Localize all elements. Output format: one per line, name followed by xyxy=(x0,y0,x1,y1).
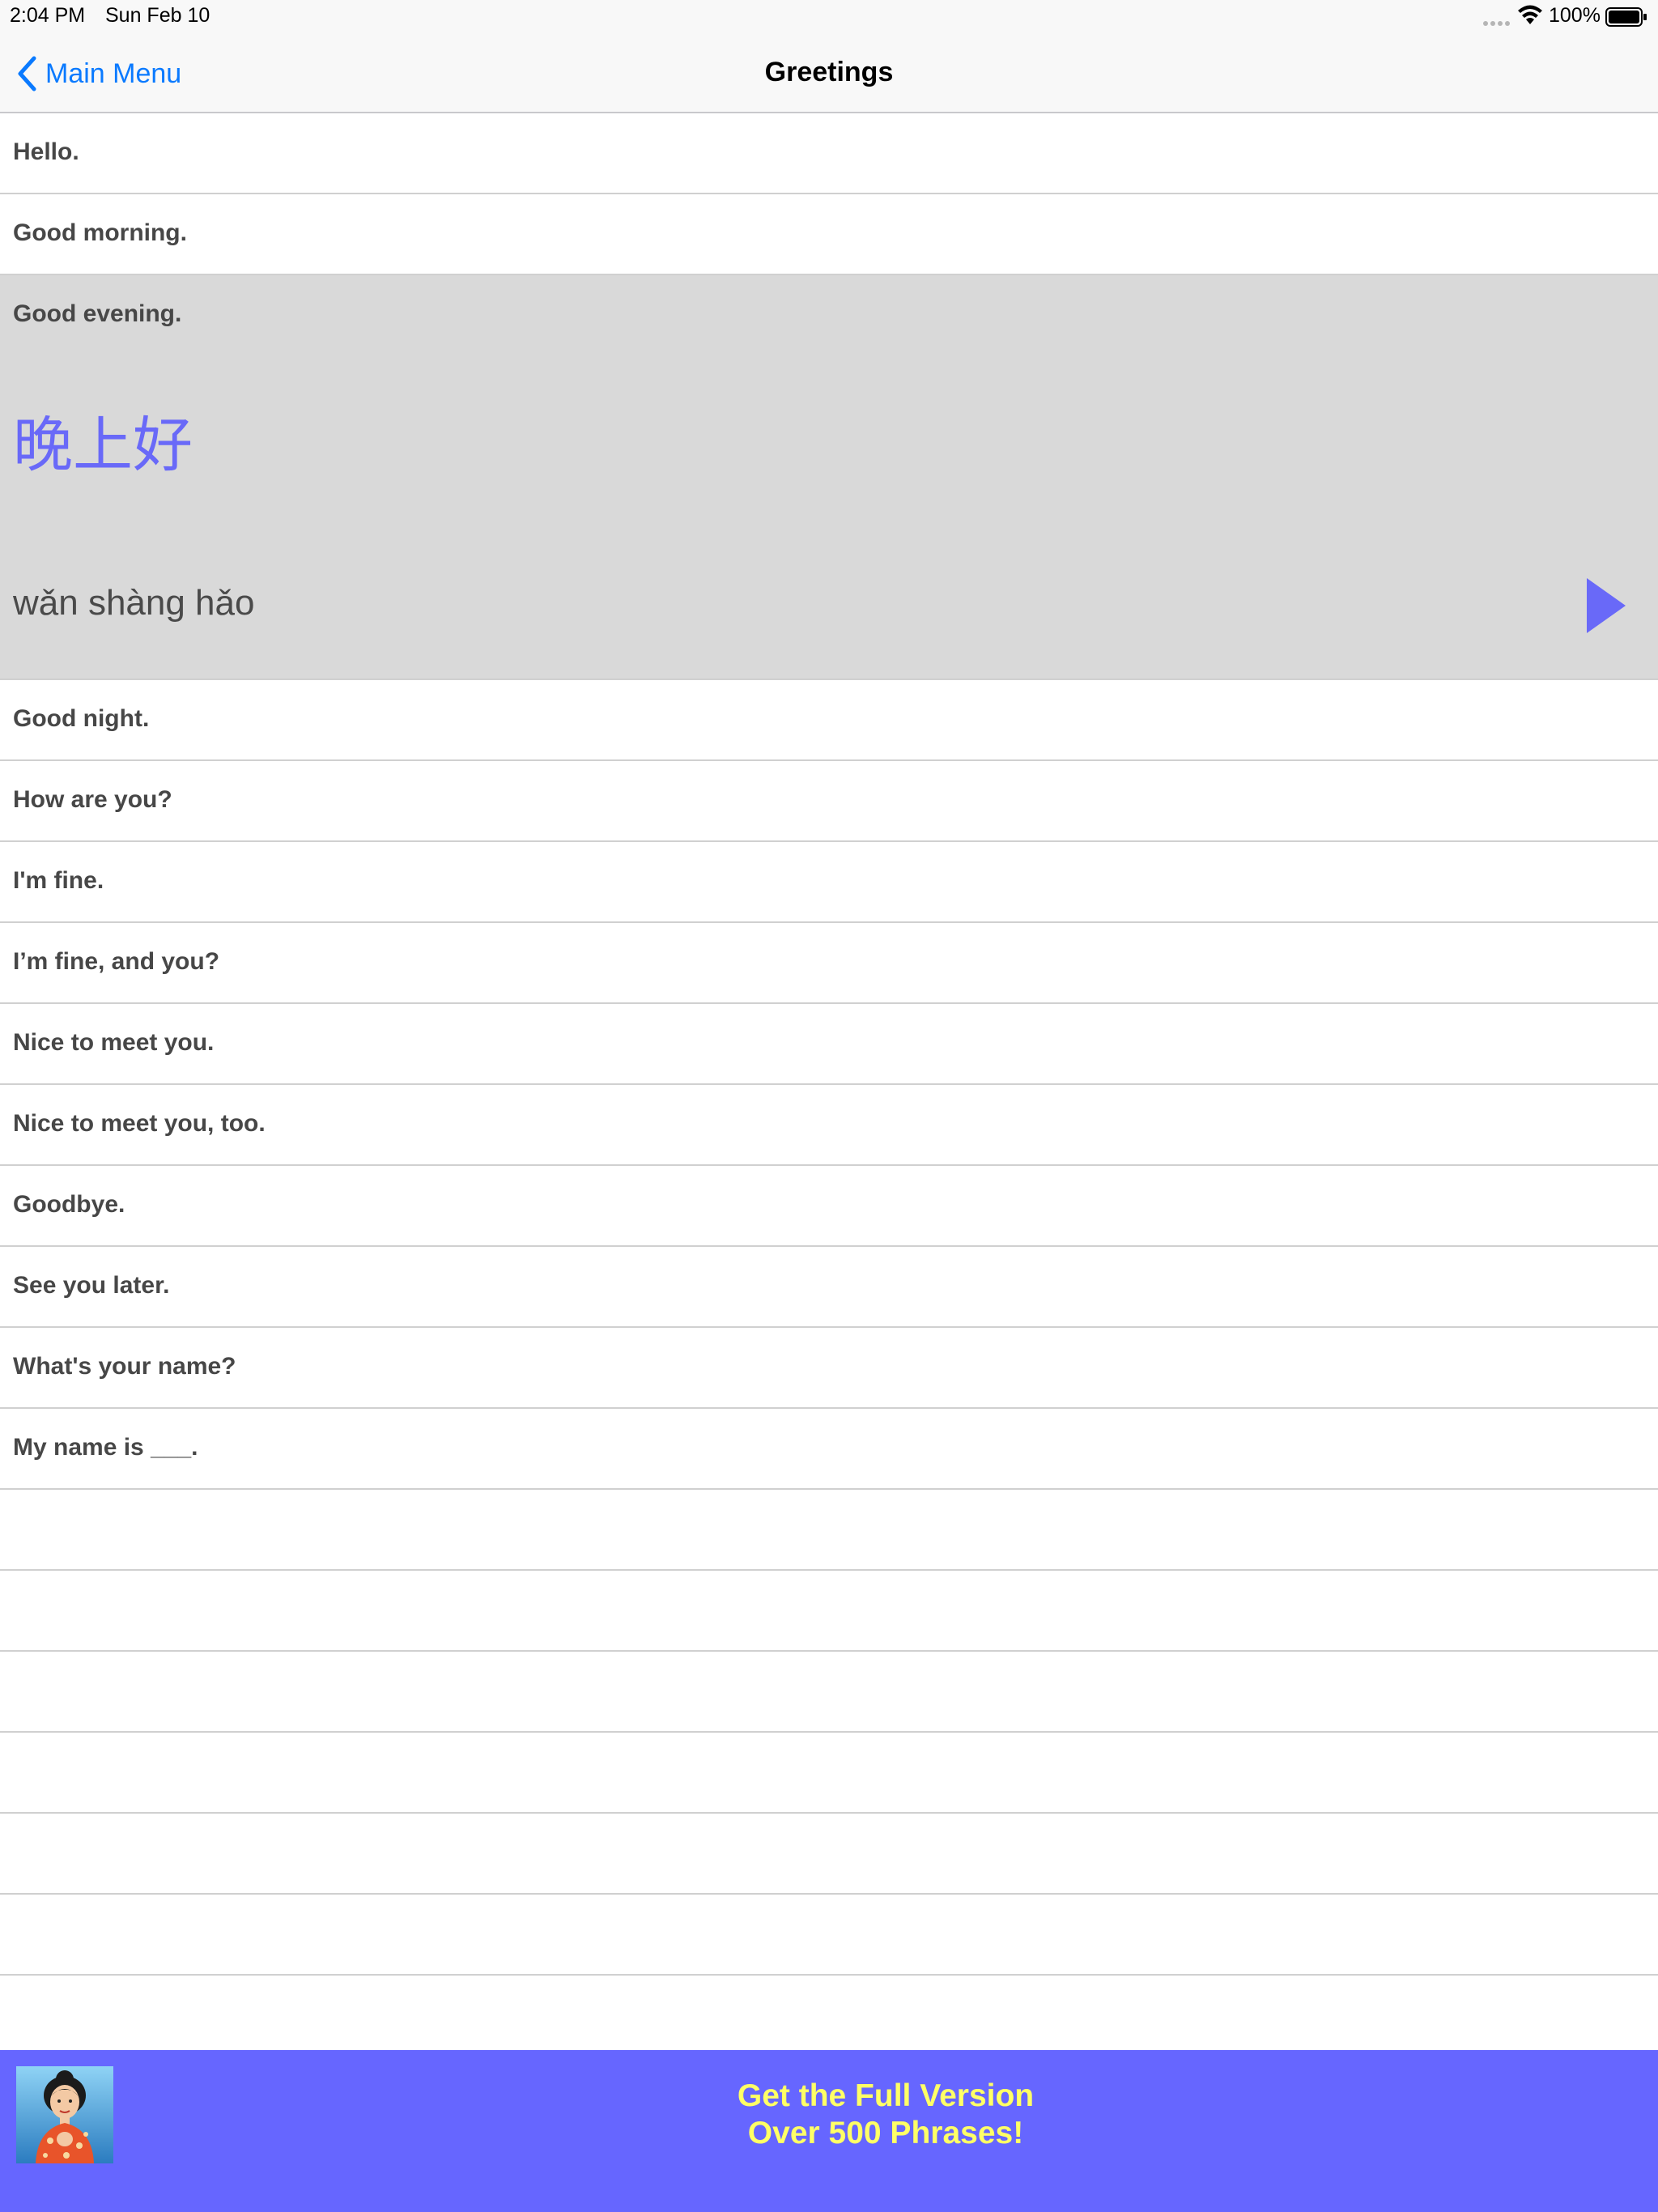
phrase-row-im-fine-and-you[interactable]: I’m fine, and you? xyxy=(0,923,1658,1004)
phrase-row-goodbye[interactable]: Goodbye. xyxy=(0,1166,1658,1247)
empty-row xyxy=(0,1571,1658,1652)
phrase-label: What's your name? xyxy=(13,1353,236,1380)
phrase-label: Nice to meet you, too. xyxy=(13,1110,266,1137)
empty-row xyxy=(0,1733,1658,1814)
chinese-characters: 晚上好 xyxy=(13,410,193,480)
phrase-row-good-evening[interactable]: Good evening. 晚上好 wǎn shàng hǎo xyxy=(0,275,1658,680)
phrase-label: Good night. xyxy=(13,705,150,732)
full-version-banner[interactable]: Get the Full Version Over 500 Phrases! xyxy=(0,2050,1658,2212)
phrase-row-im-fine[interactable]: I'm fine. xyxy=(0,842,1658,923)
phrase-label: See you later. xyxy=(13,1272,170,1299)
phrase-label: I’m fine, and you? xyxy=(13,948,220,975)
page-title: Greetings xyxy=(764,57,894,87)
play-audio-icon[interactable] xyxy=(1585,576,1627,635)
status-time: 2:04 PM xyxy=(10,4,86,27)
phrase-row-how-are-you[interactable]: How are you? xyxy=(0,761,1658,842)
status-date: Sun Feb 10 xyxy=(105,4,210,27)
wifi-icon xyxy=(1518,5,1542,24)
pinyin-text: wǎn shàng hǎo xyxy=(13,583,255,623)
phrase-row-good-night[interactable]: Good night. xyxy=(0,680,1658,761)
phrase-row-see-you-later[interactable]: See you later. xyxy=(0,1247,1658,1328)
phrase-row-good-morning[interactable]: Good morning. xyxy=(0,194,1658,275)
promo-headline: Get the Full Version xyxy=(737,2078,1035,2113)
phrase-row-whats-your-name[interactable]: What's your name? xyxy=(0,1328,1658,1409)
battery-icon xyxy=(1605,7,1647,27)
cellular-signal-icon xyxy=(1483,21,1510,26)
phrase-row-hello[interactable]: Hello. xyxy=(0,113,1658,194)
phrase-label: Nice to meet you. xyxy=(13,1029,215,1056)
empty-row xyxy=(0,1895,1658,1976)
phrase-row-my-name-is[interactable]: My name is ___. xyxy=(0,1409,1658,1490)
phrase-label: Good evening. xyxy=(13,300,182,327)
phrase-label: My name is ___. xyxy=(13,1434,198,1461)
phrase-label: Goodbye. xyxy=(13,1191,125,1218)
phrase-row-nice-to-meet-you-too[interactable]: Nice to meet you, too. xyxy=(0,1085,1658,1166)
promo-subline: Over 500 Phrases! xyxy=(747,2116,1024,2150)
empty-row xyxy=(0,1490,1658,1571)
promo-text: Get the Full Version Over 500 Phrases! xyxy=(0,2078,1658,2152)
app-screen: 2:04 PM Sun Feb 10 100% Main Menu Greeti… xyxy=(0,0,1658,2212)
phrase-row-nice-to-meet-you[interactable]: Nice to meet you. xyxy=(0,1004,1658,1085)
empty-row xyxy=(0,1814,1658,1895)
empty-row xyxy=(0,1652,1658,1733)
phrase-label: I'm fine. xyxy=(13,867,104,894)
status-bar: 2:04 PM Sun Feb 10 100% xyxy=(0,0,1658,32)
phrase-label: How are you? xyxy=(13,786,172,813)
phrase-label: Hello. xyxy=(13,138,79,165)
phrase-label: Good morning. xyxy=(13,219,187,246)
empty-row xyxy=(0,1976,1658,2057)
navigation-bar: Main Menu Greetings xyxy=(0,32,1658,113)
battery-percentage: 100% xyxy=(1549,4,1601,27)
phrase-list: Hello. Good morning. Good evening. 晚上好 w… xyxy=(0,113,1658,2057)
